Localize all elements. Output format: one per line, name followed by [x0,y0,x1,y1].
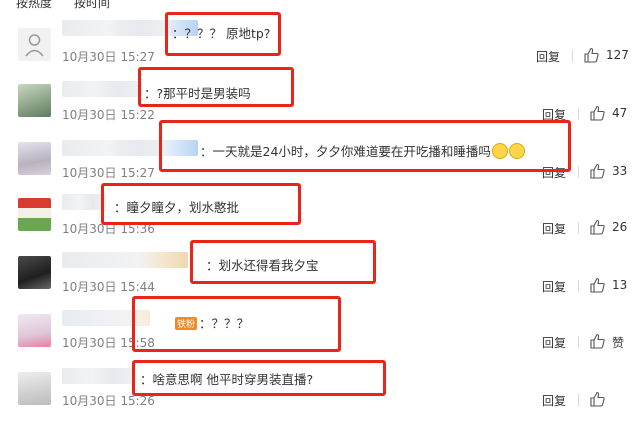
divider [578,336,579,348]
thumbs-up-icon[interactable] [589,333,605,349]
highlight-box [101,183,301,225]
thumbs-up-icon[interactable] [589,277,605,293]
avatar[interactable] [18,256,51,289]
sort-by-time[interactable]: 按时间 [74,0,110,10]
thumbs-up-icon[interactable] [589,219,605,235]
reply-button[interactable]: 回复 [536,48,560,65]
avatar[interactable] [18,84,51,117]
thumbs-up-icon[interactable] [583,47,599,63]
username-blurred[interactable] [62,194,106,210]
like-count: 13 [612,278,628,292]
like-count: 33 [612,164,628,178]
username-blurred[interactable] [62,368,136,384]
highlight-box [165,12,281,56]
comment-row: ：？？？ 原地tp? 10月30日 15:27 回复 127 [0,20,641,80]
divider [578,280,579,292]
reply-button[interactable]: 回复 [542,334,566,351]
highlight-box [159,120,571,172]
sort-by-hot[interactable]: 按热度 [16,0,52,10]
comment-time: 10月30日 15:44 [62,280,155,294]
divider [578,108,579,120]
username-blurred[interactable] [62,252,188,268]
reply-button[interactable]: 回复 [542,278,566,295]
username-blurred[interactable] [62,140,198,156]
divider [578,166,579,178]
highlight-box [132,360,386,396]
avatar[interactable] [18,372,51,405]
thumbs-up-icon[interactable] [589,391,605,407]
highlight-box [190,240,376,284]
like-count: 47 [612,106,628,120]
comment-time: 10月30日 15:22 [62,108,155,122]
thumbs-up-icon[interactable] [589,163,605,179]
username-blurred[interactable] [62,81,142,97]
avatar[interactable] [18,198,51,231]
highlight-box [132,296,341,352]
sort-bar: 按热度 按时间 [16,0,128,11]
reply-button[interactable]: 回复 [542,392,566,409]
comment-time: 10月30日 15:27 [62,50,155,64]
like-count: 26 [612,220,628,234]
divider [578,394,579,406]
reply-button[interactable]: 回复 [542,220,566,237]
like-count: 赞 [612,336,625,350]
highlight-box [138,67,294,107]
thumbs-up-icon[interactable] [589,105,605,121]
username-blurred[interactable] [62,20,198,36]
divider [578,222,579,234]
like-count: 127 [606,48,629,62]
avatar[interactable] [18,314,51,347]
divider [572,50,573,62]
comment-time: 10月30日 15:27 [62,166,155,180]
avatar[interactable] [18,28,51,61]
avatar[interactable] [18,142,51,175]
